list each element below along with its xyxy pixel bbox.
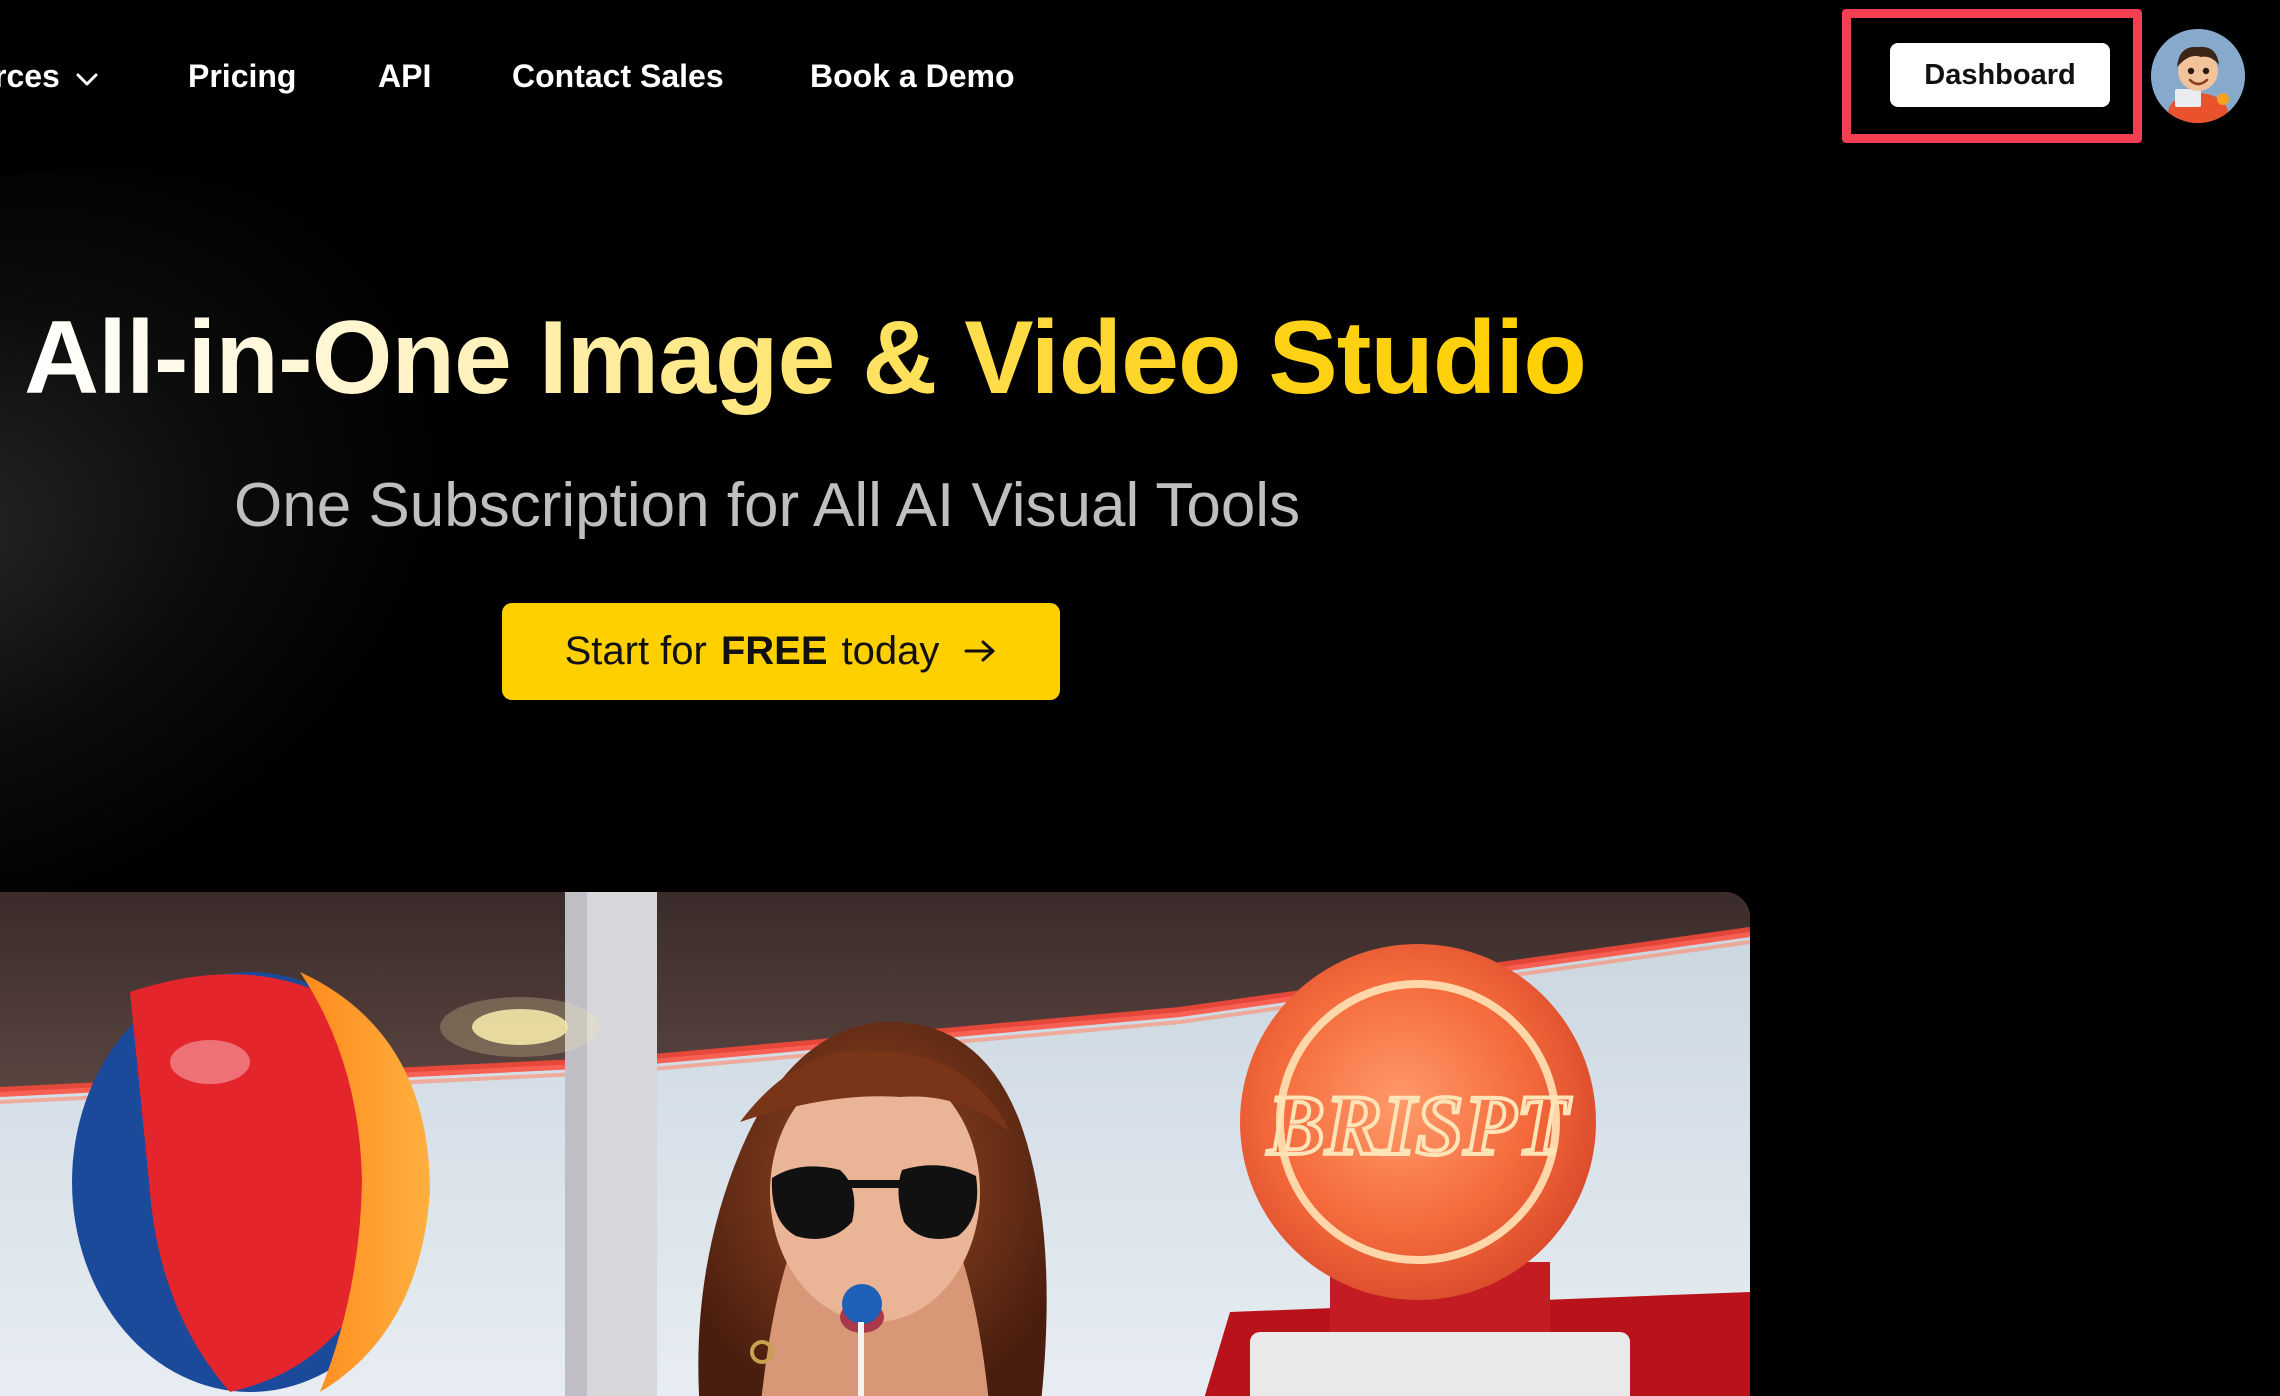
avatar-icon	[2151, 29, 2245, 123]
nav-item-resources-label: rces	[0, 58, 60, 94]
nav-item-resources[interactable]: rces	[0, 50, 98, 102]
showcase-image: BRISPT	[0, 892, 1750, 1396]
dashboard-button[interactable]: Dashboard	[1890, 43, 2110, 107]
hero-subtitle: One Subscription for All AI Visual Tools	[234, 471, 1301, 540]
nav-item-api[interactable]: API	[378, 50, 431, 102]
avatar[interactable]	[2151, 29, 2245, 123]
cta-suffix: today	[841, 629, 940, 673]
chevron-down-icon	[76, 50, 98, 102]
arrow-right-icon	[963, 629, 997, 674]
nav-item-contact-sales[interactable]: Contact Sales	[512, 50, 724, 102]
page: rces Pricing API Contact Sales Book a De…	[0, 0, 2280, 1396]
nav-item-book-demo[interactable]: Book a Demo	[810, 50, 1014, 102]
nav-item-pricing[interactable]: Pricing	[188, 50, 296, 102]
showcase-sign-text: BRISPT	[1266, 1077, 1572, 1173]
cta-prefix: Start for	[564, 629, 707, 673]
top-nav: rces Pricing API Contact Sales Book a De…	[0, 0, 1100, 152]
hero-title: All-in-One Image & Video Studio	[24, 300, 1587, 416]
cta-emphasis: FREE	[720, 629, 828, 673]
start-free-button[interactable]: Start for FREE today	[502, 603, 1060, 700]
